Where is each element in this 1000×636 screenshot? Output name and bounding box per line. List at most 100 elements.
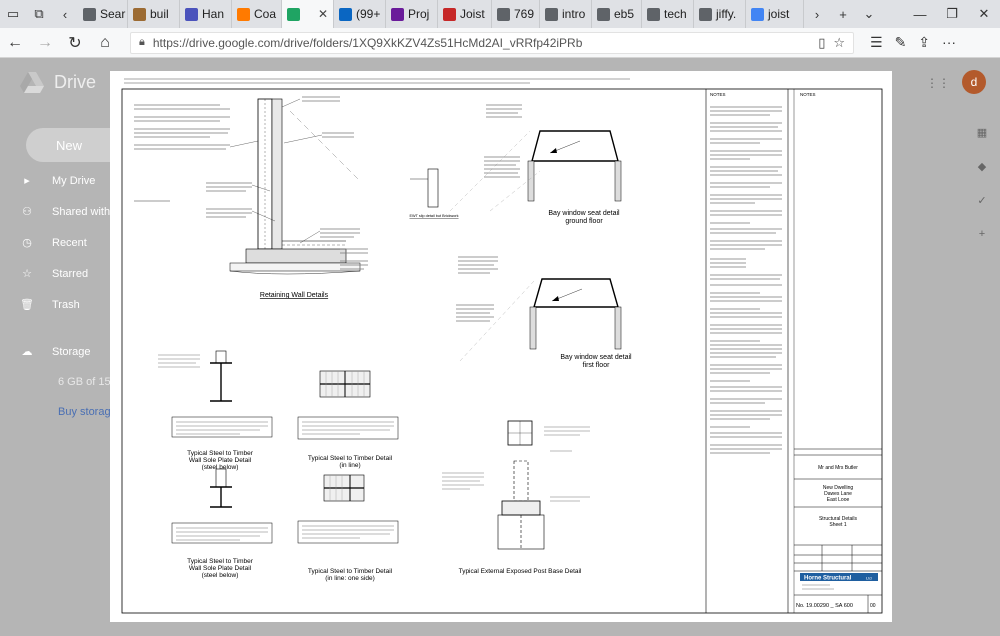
keep-icon[interactable]: ◆ — [970, 160, 994, 184]
steel-timber-1-subtitle: (in line) — [339, 462, 360, 469]
steel-timber-1-title: Typical Steel to Timber Detail — [308, 455, 393, 462]
favorites-icon[interactable]: ☰ — [870, 34, 883, 51]
structural-drawing: NOTES NOTES Mr and Mrs Butler New Dwelli… — [121, 78, 883, 614]
bay-first-title: Bay window seat detail — [560, 354, 632, 361]
sole-plate-2-title-c: (steel below) — [202, 572, 239, 579]
notes-title-2: NOTES — [800, 92, 816, 97]
browser-tab[interactable]: intro — [540, 0, 592, 28]
share-icon[interactable]: ⇪ — [918, 34, 930, 51]
expand-icon[interactable]: ▸ — [20, 174, 34, 187]
sidebar-item-starred[interactable]: ☆ Starred — [20, 267, 88, 281]
post-base-title: Typical External Exposed Post Base Detai… — [459, 568, 582, 575]
tab-label: Sear — [100, 7, 126, 21]
calendar-icon[interactable]: ▦ — [970, 126, 994, 150]
buy-storage-link[interactable]: Buy storag — [58, 406, 111, 418]
shared-icon: ⚇ — [22, 206, 32, 218]
drive-title: Drive — [54, 72, 97, 92]
tab-label: buil — [150, 7, 169, 21]
restore-icon[interactable]: ❐ — [936, 0, 968, 28]
tab-label: jiffy. — [716, 7, 737, 21]
ewt-slip-note: EWT slip detail but Brickwork — [409, 214, 458, 218]
sheet-title-2: Sheet 1 — [829, 522, 846, 528]
storage-usage: 6 GB of 15 — [58, 376, 111, 388]
browser-tab[interactable]: Proj — [386, 0, 438, 28]
firm-ltd: Ltd — [866, 576, 872, 581]
bay-first-subtitle: first floor — [583, 362, 611, 369]
flag-icon — [443, 7, 456, 21]
home-icon[interactable]: ⌂ — [90, 34, 120, 52]
more-icon[interactable]: ··· — [942, 34, 956, 51]
page-icon — [647, 7, 660, 21]
steel-timber-detail-1: Typical Steel to Timber Detail (in line) — [297, 370, 399, 469]
drive-right-rail: ⋮⋮ d ▦ ◆ ✓ + — [892, 58, 1000, 636]
sidebar-item-my-drive[interactable]: ▸ My Drive — [20, 174, 95, 188]
bay-window-ground-detail: Bay window seat detail ground floor — [449, 104, 622, 225]
browser-tab[interactable]: ✕ — [282, 0, 334, 28]
retaining-wall-title: Retaining Wall Details — [260, 292, 329, 299]
sidebar-item-storage[interactable]: ☁ Storage — [20, 345, 91, 359]
tab-label: Han — [202, 7, 225, 21]
revision: 00 — [870, 603, 876, 609]
sidebar-item-recent[interactable]: ◷ Recent — [20, 236, 87, 250]
browser-tab[interactable]: buil — [128, 0, 180, 28]
browser-tab[interactable]: 769 — [492, 0, 540, 28]
tasks-icon[interactable]: ✓ — [970, 194, 994, 218]
tab-scroll-left-icon[interactable]: ‹ — [52, 0, 78, 28]
new-tab-icon[interactable]: + — [830, 0, 856, 28]
tab-list-icon[interactable]: ⧉ — [26, 0, 52, 28]
bay-window-first-detail: Bay window seat detail first floor — [456, 256, 632, 369]
sole-plate-2-title-b: Wall Sole Plate Detail — [189, 565, 252, 572]
drive-logo-icon — [20, 72, 44, 93]
sole-plate-2-title-a: Typical Steel to Timber — [187, 558, 254, 565]
page-icon — [699, 7, 712, 21]
tab-label: eb5 — [614, 7, 635, 21]
sidebar-item-trash[interactable]: 🗑︎ Trash — [20, 298, 80, 312]
tab-label: tech — [664, 7, 687, 21]
address-bar[interactable]: 🔒︎ https://drive.google.com/drive/folder… — [130, 31, 854, 54]
browser-tab[interactable]: Han — [180, 0, 232, 28]
browser-tab[interactable]: Sear — [78, 0, 128, 28]
avatar[interactable]: d — [962, 70, 986, 94]
post-base-detail: Typical External Exposed Post Base Detai… — [442, 420, 590, 575]
minimize-icon[interactable]: — — [904, 0, 936, 28]
back-icon[interactable]: ← — [0, 34, 30, 52]
sole-plate-1-title-c: (steel below) — [202, 464, 239, 471]
page-icon — [83, 7, 96, 21]
tab-strip: ▭ ⧉ ‹ Sear buil Han Coa ✕ (99+ Proj Joist 769 int… — [0, 0, 1000, 28]
navigation-bar: ← → ↻ ⌂ 🔒︎ https://drive.google.com/driv… — [0, 28, 1000, 58]
tab-scroll-right-icon[interactable]: › — [804, 0, 830, 28]
drawing-preview[interactable]: NOTES NOTES Mr and Mrs Butler New Dwelli… — [110, 71, 892, 622]
sole-plate-detail-2: Typical Steel to Timber Wall Sole Plate … — [171, 468, 273, 579]
steel-timber-detail-2: Typical Steel to Timber Detail (in line:… — [297, 474, 399, 582]
zoho-icon — [391, 7, 404, 21]
trash-icon: 🗑︎ — [20, 299, 34, 311]
steel-timber-2-subtitle: (in line: one side) — [325, 575, 375, 582]
url-text[interactable]: https://drive.google.com/drive/folders/1… — [153, 36, 810, 50]
sole-plate-1-title-a: Typical Steel to Timber — [187, 450, 254, 457]
tab-menu-icon[interactable]: ⌄ — [856, 0, 882, 28]
tab-label: 769 — [514, 7, 535, 21]
favorite-star-icon[interactable]: ☆ — [833, 35, 845, 51]
browser-tab[interactable]: eb5 — [592, 0, 642, 28]
browser-tab[interactable]: Coa — [232, 0, 282, 28]
browser-tab[interactable]: jiffy. — [694, 0, 746, 28]
tab-actions-icon[interactable]: ▭ — [0, 0, 26, 28]
lock-icon: 🔒︎ — [139, 36, 145, 48]
new-button[interactable]: New — [26, 128, 110, 162]
browser-tab[interactable]: Joist — [438, 0, 492, 28]
browser-tab[interactable]: tech — [642, 0, 694, 28]
browser-tab[interactable]: (99+ — [334, 0, 386, 28]
reading-view-icon[interactable]: ▯ — [818, 35, 825, 51]
pen-icon[interactable]: ✎ — [895, 34, 907, 51]
sidebar-item-shared[interactable]: ⚇ Shared with — [20, 205, 110, 219]
close-window-icon[interactable]: ✕ — [968, 0, 1000, 28]
add-addon-icon[interactable]: + — [970, 228, 994, 252]
close-tab-icon[interactable]: ✕ — [318, 7, 328, 21]
browser-tab[interactable]: joist — [746, 0, 804, 28]
refresh-icon[interactable]: ↻ — [60, 33, 90, 53]
forward-icon[interactable]: → — [30, 34, 60, 52]
page-icon — [497, 7, 510, 21]
apps-icon[interactable]: ⋮⋮ — [926, 76, 950, 90]
tab-label: Proj — [408, 7, 430, 21]
steel-timber-2-title: Typical Steel to Timber Detail — [308, 568, 393, 575]
